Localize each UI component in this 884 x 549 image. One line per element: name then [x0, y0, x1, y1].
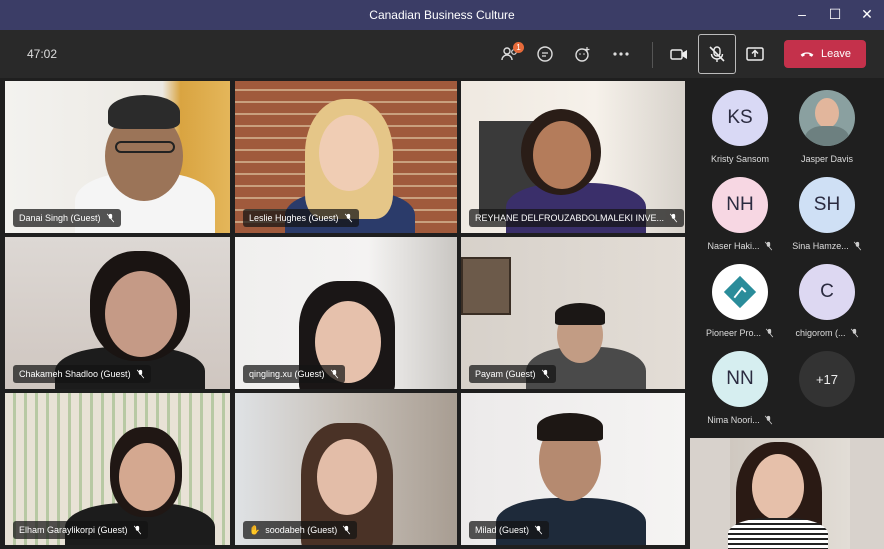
video-tile[interactable]: Danai Singh (Guest)	[5, 81, 230, 233]
minimize-icon[interactable]: –	[790, 4, 814, 24]
reactions-button[interactable]	[569, 40, 597, 68]
camera-icon	[670, 49, 687, 60]
mic-off-icon	[709, 46, 725, 62]
avatar: NH	[712, 177, 768, 233]
participant-name-label: ✋ soodabeh (Guest)	[243, 521, 358, 539]
participant-name-label: Milad (Guest)	[469, 521, 550, 539]
overflow-count: +17	[799, 351, 855, 407]
participant-name-label: Elham Garaylikorpi (Guest)	[13, 521, 148, 539]
title-bar: Canadian Business Culture – ☐ ✕	[0, 0, 884, 30]
avatar: NN	[712, 351, 768, 407]
participant-name-label: qingling.xu (Guest)	[243, 365, 345, 383]
mic-off-icon	[541, 369, 549, 379]
mute-button[interactable]	[698, 34, 736, 74]
roster-participant[interactable]: NH Naser Haki...	[696, 177, 784, 251]
phone-hangup-icon	[800, 52, 814, 57]
video-tile[interactable]: Payam (Guest)	[461, 237, 685, 389]
leave-button[interactable]: Leave	[784, 40, 866, 68]
maximize-icon[interactable]: ☐	[823, 4, 847, 24]
window-title: Canadian Business Culture	[369, 8, 515, 22]
mic-off-icon	[765, 328, 774, 338]
video-tile[interactable]: Elham Garaylikorpi (Guest)	[5, 393, 230, 545]
avatar: SH	[799, 177, 855, 233]
pioneer-logo-icon	[723, 275, 757, 309]
video-grid: Danai Singh (Guest) Leslie Hughes (Guest…	[0, 78, 690, 549]
roster-participant[interactable]: Jasper Davis	[783, 90, 871, 164]
mic-off-icon	[136, 369, 144, 379]
video-tile[interactable]: Milad (Guest)	[461, 393, 685, 545]
mic-off-icon	[344, 213, 352, 223]
leave-label: Leave	[821, 48, 851, 60]
video-tile[interactable]: Chakameh Shadloo (Guest)	[5, 237, 230, 389]
roster-participant[interactable]: SH Sina Hamze...	[783, 177, 871, 251]
mic-off-icon	[853, 241, 861, 251]
mic-off-icon	[106, 213, 114, 223]
mic-off-icon	[764, 415, 772, 425]
mic-off-icon	[669, 213, 678, 223]
chat-button[interactable]	[531, 40, 559, 68]
avatar: C	[799, 264, 855, 320]
mic-off-icon	[764, 241, 772, 251]
avatar	[799, 90, 855, 146]
participants-button[interactable]: 1	[496, 40, 524, 68]
participant-name-label: Leslie Hughes (Guest)	[243, 209, 359, 227]
reaction-icon	[575, 47, 590, 62]
participant-name-label: Danai Singh (Guest)	[13, 209, 121, 227]
mic-off-icon	[330, 369, 338, 379]
video-tile[interactable]: REYHANE DELFROUZABDOLMALEKI INVE...	[461, 81, 685, 233]
raised-hand-icon: ✋	[249, 525, 261, 535]
roster-participant[interactable]: NN Nima Noori...	[696, 351, 784, 425]
more-participants-button[interactable]: +17	[783, 351, 871, 407]
participant-name-label: Chakameh Shadloo (Guest)	[13, 365, 151, 383]
participant-name-label: REYHANE DELFROUZABDOLMALEKI INVE...	[469, 209, 685, 227]
roster-participant[interactable]: KS Kristy Sansom	[696, 90, 784, 164]
camera-button[interactable]	[665, 40, 693, 68]
mic-off-icon	[850, 328, 858, 338]
more-icon	[613, 52, 629, 56]
participant-roster: KS Kristy Sansom Jasper Davis NH Naser H…	[690, 78, 884, 438]
mic-off-icon	[534, 525, 543, 535]
toolbar-divider	[652, 42, 653, 68]
meeting-timer: 47:02	[27, 47, 58, 61]
roster-participant[interactable]: Pioneer Pro...	[696, 264, 784, 338]
mic-off-icon	[343, 525, 351, 535]
participant-name-label: Payam (Guest)	[469, 365, 556, 383]
avatar	[712, 264, 768, 320]
avatar: KS	[712, 90, 768, 146]
roster-participant[interactable]: C chigorom (...	[783, 264, 871, 338]
chat-icon	[537, 46, 553, 62]
close-icon[interactable]: ✕	[855, 4, 879, 24]
self-view-video[interactable]	[690, 438, 884, 549]
more-options-button[interactable]	[607, 40, 635, 68]
video-tile[interactable]: qingling.xu (Guest)	[235, 237, 457, 389]
video-tile[interactable]: ✋ soodabeh (Guest)	[235, 393, 457, 545]
share-icon	[746, 47, 764, 61]
share-screen-button[interactable]	[741, 40, 769, 68]
mic-off-icon	[133, 525, 141, 535]
meeting-toolbar: 47:02 1 Leave	[0, 30, 884, 78]
participants-badge: 1	[513, 42, 524, 53]
video-tile[interactable]: Leslie Hughes (Guest)	[235, 81, 457, 233]
